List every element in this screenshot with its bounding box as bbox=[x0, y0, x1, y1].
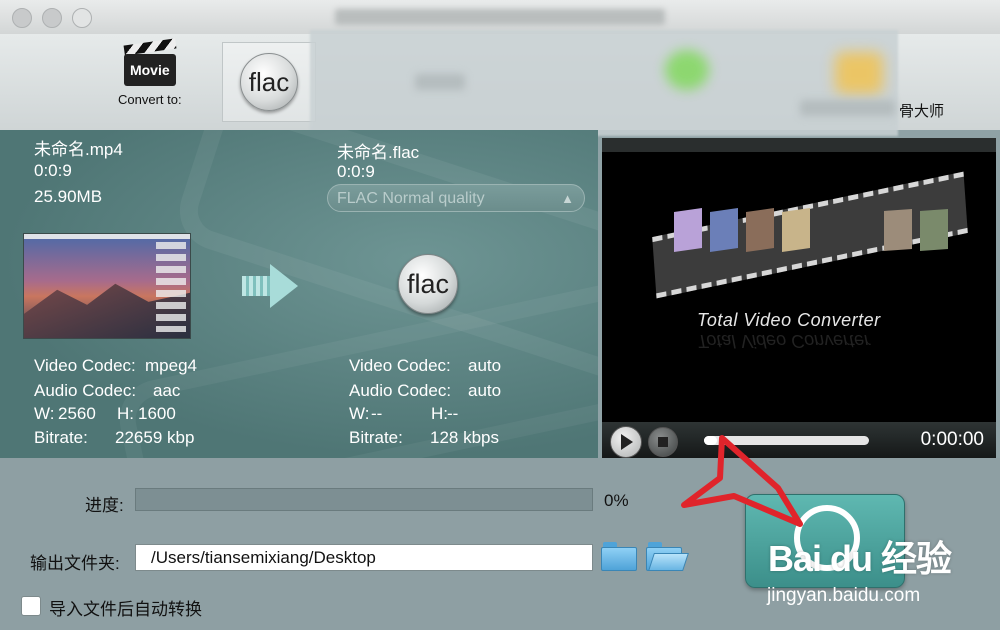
progress-label: 进度: bbox=[85, 496, 124, 515]
folder-icon[interactable] bbox=[601, 540, 637, 571]
target-audio-codec-label: Audio Codec: bbox=[349, 381, 452, 400]
baidu-watermark-url: jingyan.baidu.com bbox=[767, 585, 921, 606]
play-button[interactable] bbox=[610, 426, 642, 458]
convert-arrow-icon bbox=[242, 264, 300, 308]
window-title-blurred bbox=[335, 9, 665, 25]
flac-target-icon: flac bbox=[398, 254, 458, 314]
flac-format-tool[interactable]: flac bbox=[222, 42, 316, 122]
progress-bar bbox=[135, 488, 593, 511]
source-audio-codec-label: Audio Codec: bbox=[34, 381, 137, 400]
target-duration: 0:0:9 bbox=[337, 162, 375, 181]
target-width-label: W: bbox=[349, 404, 370, 423]
source-video-codec: mpeg4 bbox=[145, 356, 197, 375]
total-video-converter-logo-text: Total Video Converter bbox=[697, 310, 881, 330]
source-audio-codec: aac bbox=[153, 381, 181, 400]
file-info-panel: 未命名.mp4 0:0:9 25.90MB 未命名.flac 0:0:9 FLA… bbox=[0, 130, 598, 458]
blurred-label bbox=[800, 100, 895, 116]
seek-slider[interactable] bbox=[704, 436, 869, 445]
flac-disc-icon: flac bbox=[240, 53, 298, 111]
target-height: -- bbox=[447, 404, 459, 423]
auto-convert-label: 导入文件后自动转换 bbox=[49, 600, 202, 619]
target-video-codec: auto bbox=[468, 356, 502, 375]
source-video-codec-label: Video Codec: bbox=[34, 356, 136, 375]
playback-time: 0:00:00 bbox=[920, 429, 984, 450]
target-video-codec-label: Video Codec: bbox=[349, 356, 451, 375]
logo-reflection: Total Video Converter bbox=[697, 331, 871, 351]
source-file-name: 未命名.mp4 bbox=[34, 140, 123, 159]
movie-icon-text: Movie bbox=[123, 54, 176, 86]
source-height: 1600 bbox=[138, 404, 176, 423]
auto-convert-checkbox[interactable] bbox=[21, 596, 41, 616]
target-file-name: 未命名.flac bbox=[337, 143, 420, 162]
source-size: 25.90MB bbox=[34, 187, 103, 206]
source-height-label: H: bbox=[117, 404, 134, 423]
target-width: -- bbox=[371, 404, 383, 423]
source-duration: 0:0:9 bbox=[34, 161, 72, 180]
progress-percent: 0% bbox=[604, 491, 629, 510]
target-audio-codec: auto bbox=[468, 381, 502, 400]
baidu-watermark: Bai du 经验 bbox=[768, 538, 952, 579]
seek-slider-fill bbox=[704, 436, 718, 445]
output-folder-label: 输出文件夹: bbox=[30, 554, 120, 573]
blurred-yellow-icon bbox=[835, 52, 883, 94]
convert-to-label: Convert to: bbox=[118, 92, 182, 107]
player-controls: 0:00:00 bbox=[602, 422, 996, 458]
minimize-window-button[interactable] bbox=[42, 8, 62, 28]
clapperboard-icon: Movie bbox=[122, 38, 178, 88]
source-width: 2560 bbox=[58, 404, 96, 423]
up-down-chevron-icon: ▲ bbox=[561, 191, 574, 206]
target-height-label: H: bbox=[431, 404, 448, 423]
source-bitrate-label: Bitrate: bbox=[34, 428, 88, 447]
output-path-field[interactable]: /Users/tiansemixiang/Desktop bbox=[135, 544, 593, 571]
source-width-label: W: bbox=[34, 404, 55, 423]
quality-select[interactable]: FLAC Normal quality ▲ bbox=[327, 184, 585, 212]
video-preview: Total Video Converter Total Video Conver… bbox=[602, 138, 996, 458]
quality-select-value: FLAC Normal quality bbox=[337, 190, 485, 207]
open-folder-icon[interactable] bbox=[646, 540, 689, 571]
source-video-thumbnail bbox=[23, 233, 191, 339]
target-bitrate: 128 kbps bbox=[430, 428, 499, 447]
close-window-button[interactable] bbox=[12, 8, 32, 28]
blurred-toolbar-region bbox=[310, 30, 898, 136]
partial-tool-label: 骨大师 bbox=[899, 103, 945, 120]
film-strip-logo-icon bbox=[652, 171, 968, 299]
target-bitrate-label: Bitrate: bbox=[349, 428, 403, 447]
source-bitrate: 22659 kbp bbox=[115, 428, 195, 447]
convert-to-movie-tool[interactable]: Movie Convert to: bbox=[118, 38, 182, 107]
blurred-label bbox=[415, 74, 465, 90]
stop-button[interactable] bbox=[648, 427, 678, 457]
zoom-window-button[interactable] bbox=[72, 8, 92, 28]
blurred-green-icon bbox=[665, 50, 709, 90]
